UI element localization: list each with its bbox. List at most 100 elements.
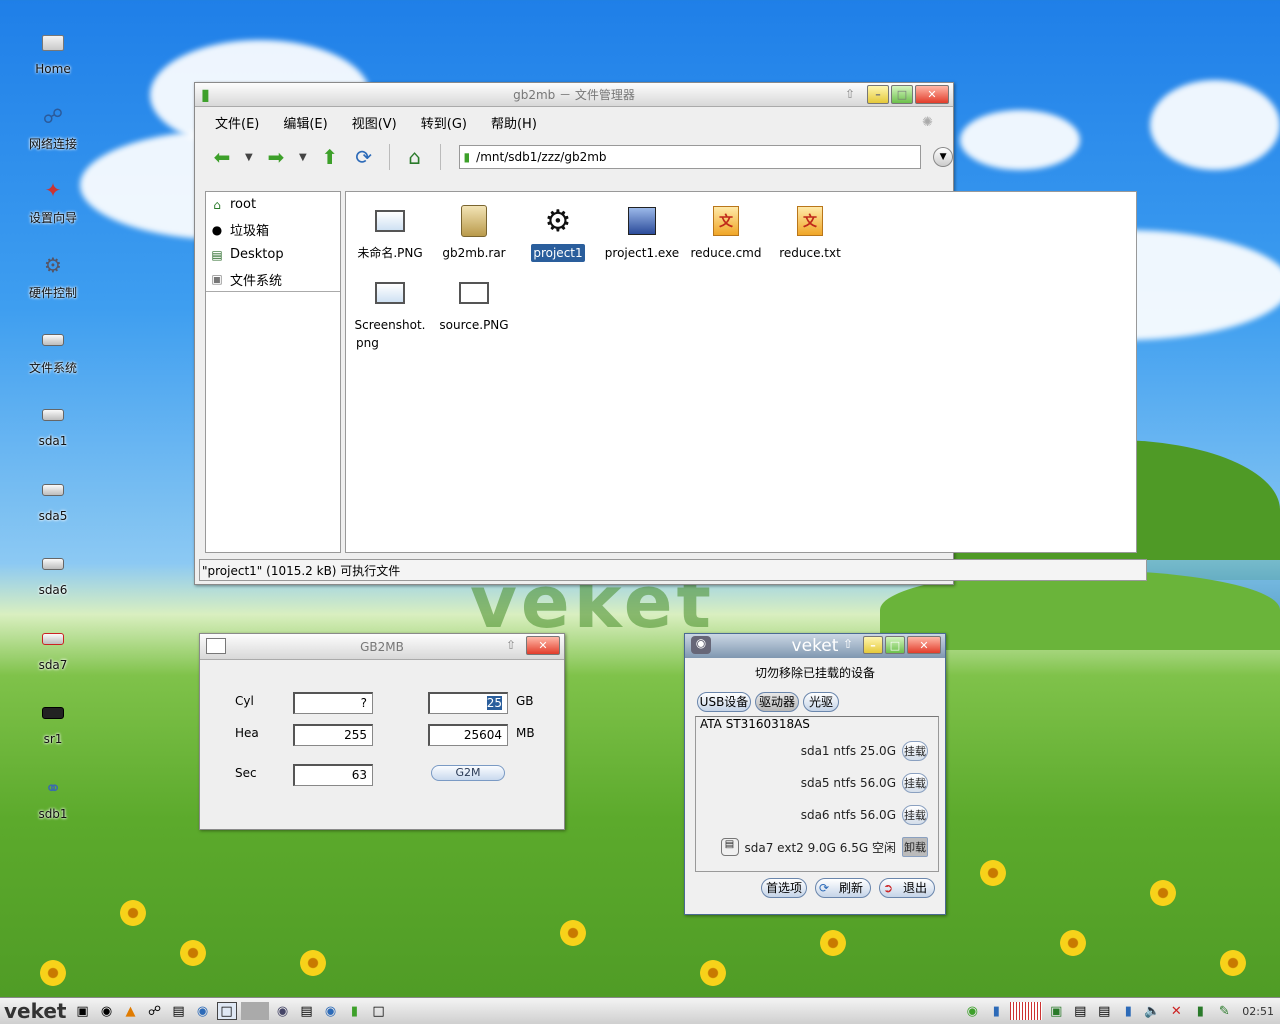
g2m-button[interactable]: G2M: [431, 765, 505, 781]
cyl-input[interactable]: ?: [293, 692, 373, 714]
tray-menu-icon[interactable]: ▮: [986, 1002, 1006, 1020]
preferences-button[interactable]: 首选项: [761, 878, 807, 898]
forward-arrow-icon[interactable]: ➡: [263, 145, 289, 169]
refresh-button[interactable]: ⟳ 刷新: [815, 878, 871, 898]
app-icon: ▮: [201, 85, 210, 104]
unmount-button[interactable]: 卸载: [902, 837, 928, 857]
up-arrow-icon[interactable]: ⬆: [317, 145, 343, 169]
hea-input[interactable]: 255: [293, 724, 373, 746]
pin-icon[interactable]: ⇧: [843, 637, 853, 651]
media-player-icon[interactable]: ▲: [121, 1002, 141, 1020]
menu-help[interactable]: 帮助(H): [491, 113, 537, 132]
flower: [820, 930, 846, 956]
sidebar-item-filesystem[interactable]: ▣ 文件系统: [206, 267, 340, 292]
refresh-icon[interactable]: ⟳: [351, 145, 377, 169]
desktop-icon-sda7[interactable]: sda7: [12, 626, 94, 672]
sec-input[interactable]: 63: [293, 764, 373, 786]
close-button[interactable]: ✕: [907, 636, 941, 654]
back-dropdown-icon[interactable]: ▼: [243, 152, 255, 163]
desktop-icon-sdb1[interactable]: ⚭ sdb1: [12, 775, 94, 821]
home-icon[interactable]: ⌂: [402, 145, 428, 169]
sidebar-item-trash[interactable]: ● 垃圾箱: [206, 217, 340, 242]
tab-drives[interactable]: 驱动器: [755, 692, 799, 712]
clipboard-icon[interactable]: ▤: [1094, 1002, 1114, 1020]
terminal-icon[interactable]: ▤: [169, 1002, 189, 1020]
browser-icon[interactable]: ◉: [193, 1002, 213, 1020]
minimize-button[interactable]: –: [867, 85, 889, 104]
mount-button[interactable]: 挂载: [902, 741, 928, 761]
gb-input[interactable]: 25: [428, 692, 508, 714]
maximize-button[interactable]: □: [885, 636, 905, 654]
tab-optical[interactable]: 光驱: [803, 692, 839, 712]
sec-label: Sec: [235, 766, 257, 780]
window-list-icon[interactable]: □: [216, 1002, 237, 1020]
globe-icon[interactable]: ◉: [321, 1002, 341, 1020]
minimize-button[interactable]: –: [863, 636, 883, 654]
desktop-icon-hardware[interactable]: ⚙ 硬件控制: [12, 252, 94, 301]
file-manager-titlebar[interactable]: ▮ gb2mb － 文件管理器 ⇧ – □ ✕: [195, 83, 953, 107]
maximize-button[interactable]: □: [891, 85, 913, 104]
file-item[interactable]: gb2mb.rar: [432, 204, 516, 262]
location-bar[interactable]: ▮ /mnt/sdb1/zzz/gb2mb: [458, 145, 922, 169]
toolbar-separator: [439, 144, 441, 170]
desktop-icon-sr1[interactable]: sr1: [12, 700, 94, 746]
settings-icon[interactable]: ◉: [97, 1002, 117, 1020]
forward-dropdown-icon[interactable]: ▼: [297, 152, 309, 163]
gb2mb-titlebar[interactable]: GB2MB ⇧ ✕: [200, 634, 564, 660]
update-icon[interactable]: ◉: [962, 1002, 982, 1020]
sidebar-item-desktop[interactable]: ▤ Desktop: [206, 242, 340, 267]
file-item[interactable]: source.PNG: [432, 276, 516, 334]
show-desktop-icon[interactable]: ▣: [73, 1002, 93, 1020]
location-dropdown-button[interactable]: ▼: [933, 147, 954, 167]
close-button[interactable]: ✕: [915, 85, 949, 104]
device-icon[interactable]: ▤: [1070, 1002, 1090, 1020]
cpu-monitor-icon[interactable]: [1010, 1002, 1043, 1020]
image-file-icon: [374, 276, 406, 310]
file-manager-taskbar-icon[interactable]: ▮: [345, 1002, 365, 1020]
pin-icon[interactable]: ⇧: [506, 638, 516, 652]
desktop-icon-sda5[interactable]: sda5: [12, 477, 94, 523]
monitor-icon[interactable]: ▣: [1046, 1002, 1066, 1020]
pager-desktop-icon[interactable]: [240, 1002, 269, 1020]
file-item[interactable]: 文 reduce.txt: [768, 204, 852, 262]
file-item[interactable]: 未命名.PNG: [348, 204, 432, 262]
file-item[interactable]: Screenshot. png: [348, 276, 432, 352]
printer-icon[interactable]: ▤: [297, 1002, 317, 1020]
trash-icon: ●: [211, 222, 223, 237]
pen-icon[interactable]: ✎: [1214, 1002, 1234, 1020]
search-icon[interactable]: ◉: [273, 1002, 293, 1020]
pin-icon[interactable]: ⇧: [845, 87, 855, 101]
file-item-selected[interactable]: ⚙ project1: [516, 204, 600, 262]
menu-edit[interactable]: 编辑(E): [283, 113, 327, 132]
file-item[interactable]: 文 reduce.cmd: [684, 204, 768, 262]
sidebar-item-label: Desktop: [230, 247, 284, 262]
open-folder-icon[interactable]: ▤: [720, 838, 739, 856]
desktop-icon-wizard[interactable]: ✦ 设置向导: [12, 177, 94, 226]
file-item[interactable]: project1.exe: [600, 204, 684, 262]
volume-icon[interactable]: 🔈: [1142, 1002, 1162, 1020]
desktop-icon-network[interactable]: ☍ 网络连接: [12, 103, 94, 152]
mount-button[interactable]: 挂载: [902, 805, 928, 825]
start-menu-button[interactable]: veket: [0, 999, 71, 1023]
menu-view[interactable]: 视图(V): [352, 113, 397, 132]
menu-file[interactable]: 文件(E): [215, 113, 259, 132]
mount-button[interactable]: 挂载: [902, 773, 928, 793]
quit-button[interactable]: ➲ 退出: [879, 878, 935, 898]
gb2mb-taskbar-icon[interactable]: □: [369, 1002, 389, 1020]
network-disconnected-icon[interactable]: ✕: [1166, 1002, 1186, 1020]
network-tool-icon[interactable]: ☍: [145, 1002, 165, 1020]
file-name: project1: [531, 244, 585, 262]
thermometer-icon[interactable]: ▮: [1118, 1002, 1138, 1020]
sidebar-item-root[interactable]: ⌂ root: [206, 192, 340, 217]
desktop-icon-filesystem[interactable]: 文件系统: [12, 327, 94, 376]
veket-titlebar[interactable]: ◉ veket ⇧ – □ ✕: [685, 634, 945, 658]
back-arrow-icon[interactable]: ⬅: [209, 145, 235, 169]
tab-usb[interactable]: USB设备: [697, 692, 751, 712]
mb-input[interactable]: 25604: [428, 724, 508, 746]
close-button[interactable]: ✕: [526, 636, 560, 655]
desktop-icon-home[interactable]: Home: [12, 30, 94, 76]
battery-icon[interactable]: ▮: [1190, 1002, 1210, 1020]
menu-go[interactable]: 转到(G): [421, 113, 467, 132]
desktop-icon-sda1[interactable]: sda1: [12, 402, 94, 448]
desktop-icon-sda6[interactable]: sda6: [12, 551, 94, 597]
